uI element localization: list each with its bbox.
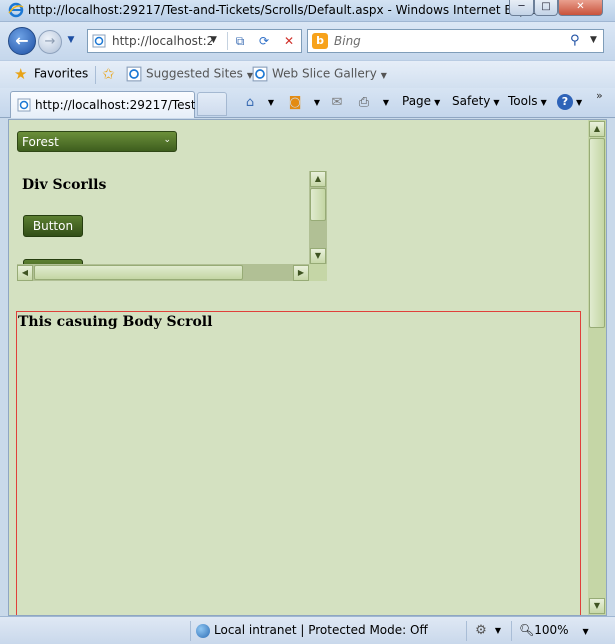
- chevron-down-icon: ▼: [380, 70, 387, 80]
- help-icon: ?: [557, 94, 573, 110]
- skin-dropdown-value: Forest: [22, 135, 59, 149]
- chevron-down-icon: ▼: [493, 98, 500, 107]
- favorites-button[interactable]: ★ Favorites: [14, 66, 88, 84]
- more-commands-icon[interactable]: »: [596, 89, 603, 102]
- web-slice-gallery-link[interactable]: Web Slice Gallery ▼: [252, 66, 387, 84]
- scroll-up-arrow-icon[interactable]: ▲: [589, 121, 605, 137]
- chevron-down-icon: ▼: [434, 98, 441, 107]
- scroll-left-arrow-icon[interactable]: ◀: [17, 265, 33, 281]
- suggested-sites-link[interactable]: Suggested Sites ▼: [126, 66, 253, 84]
- ie-logo-icon: [8, 2, 24, 18]
- read-mail-icon[interactable]: ✉: [328, 94, 346, 112]
- help-menu[interactable]: ? ▼: [557, 94, 582, 112]
- compatibility-view-icon[interactable]: ⧉: [231, 33, 249, 49]
- status-divider: [466, 621, 467, 641]
- print-dropdown-icon[interactable]: ▼: [377, 94, 395, 112]
- minimize-button[interactable]: ─: [509, 0, 534, 16]
- page-vertical-scroll-thumb[interactable]: [589, 138, 605, 328]
- globe-icon: [196, 623, 210, 638]
- close-window-button[interactable]: ✕: [558, 0, 603, 16]
- chevron-down-icon[interactable]: ▼: [489, 622, 507, 640]
- chevron-down-icon: ⌄: [163, 135, 171, 145]
- zoom-control[interactable]: 🔍︎100% ▼: [519, 623, 589, 637]
- page-ie-icon: [92, 34, 106, 48]
- status-divider: [511, 621, 512, 641]
- div-vertical-scrollbar[interactable]: ▲ ▼: [309, 171, 327, 264]
- favorites-divider: [95, 66, 96, 84]
- feeds-dropdown-icon[interactable]: ▼: [308, 94, 326, 112]
- recent-pages-dropdown[interactable]: ▼: [64, 35, 78, 49]
- body-scroll-box: This casuing Body Scroll: [16, 311, 581, 615]
- bing-icon: b: [312, 33, 328, 49]
- star-icon: ★: [14, 65, 28, 83]
- div-horizontal-scroll-thumb[interactable]: [34, 265, 243, 280]
- print-icon[interactable]: ⎙: [355, 94, 373, 112]
- scroll-up-arrow-icon[interactable]: ▲: [310, 171, 326, 187]
- address-bar[interactable]: http://localhost:2 ▼ ⧉ ⟳ ✕: [87, 29, 302, 53]
- title-bar: http://localhost:29217/Test-and-Tickets/…: [0, 0, 615, 22]
- scroll-down-arrow-icon[interactable]: ▼: [310, 248, 326, 264]
- forward-button[interactable]: →: [38, 30, 62, 54]
- chevron-down-icon: ▼: [582, 627, 589, 636]
- page-content: Forest ⌄ Div Scorlls Button ▲ ▼ ◀ ▶ This…: [8, 119, 607, 616]
- div-vertical-scroll-thumb[interactable]: [310, 188, 326, 221]
- tab-label: http://localhost:29217/Test...: [35, 98, 195, 112]
- back-button[interactable]: ←: [8, 27, 36, 55]
- security-zone-label: Local intranet | Protected Mode: Off: [214, 623, 428, 637]
- window-title: http://localhost:29217/Test-and-Tickets/…: [28, 3, 555, 17]
- div-horizontal-scrollbar[interactable]: ◀ ▶: [17, 264, 309, 281]
- tools-menu[interactable]: Tools ▼: [508, 94, 547, 112]
- page-ie-icon: [252, 66, 268, 82]
- stop-icon[interactable]: ✕: [280, 33, 298, 49]
- address-dropdown-icon[interactable]: ▼: [210, 35, 217, 45]
- feeds-icon[interactable]: ◙: [286, 94, 304, 112]
- zoom-level: 100%: [534, 623, 569, 637]
- skin-dropdown[interactable]: Forest ⌄: [17, 131, 177, 152]
- safety-menu[interactable]: Safety ▼: [452, 94, 500, 112]
- add-favorite-star-icon: ✩: [102, 65, 115, 83]
- safety-menu-label: Safety: [452, 94, 491, 108]
- home-icon[interactable]: ⌂: [241, 94, 259, 112]
- home-dropdown-icon[interactable]: ▼: [262, 94, 280, 112]
- tools-menu-label: Tools: [508, 94, 538, 108]
- refresh-icon[interactable]: ⟳: [255, 33, 273, 49]
- protected-mode-icon[interactable]: ⚙: [472, 622, 490, 640]
- search-dropdown-icon[interactable]: ▼: [590, 35, 597, 45]
- scroll-right-arrow-icon[interactable]: ▶: [293, 265, 309, 281]
- tab-bar: http://localhost:29217/Test... ⌂ ▼ ◙ ▼ ✉…: [0, 88, 615, 118]
- address-url[interactable]: http://localhost:2: [112, 34, 212, 48]
- skin-button[interactable]: Button: [23, 215, 83, 237]
- favorites-label: Favorites: [34, 66, 89, 81]
- page-vertical-scrollbar[interactable]: ▲ ▼: [588, 120, 606, 615]
- scroll-down-arrow-icon[interactable]: ▼: [589, 598, 605, 614]
- search-placeholder[interactable]: Bing: [334, 34, 361, 48]
- div-heading: Div Scorlls: [22, 177, 107, 193]
- page-ie-icon: [126, 66, 142, 82]
- tab-active[interactable]: http://localhost:29217/Test...: [10, 91, 195, 118]
- body-scroll-heading: This casuing Body Scroll: [18, 314, 213, 330]
- zoom-icon: 🔍︎: [519, 623, 535, 637]
- scroll-corner: [309, 264, 327, 281]
- scrollable-div[interactable]: Div Scorlls Button ▲ ▼ ◀ ▶: [17, 171, 327, 281]
- chevron-down-icon: ▼: [540, 98, 547, 107]
- maximize-button[interactable]: □: [534, 0, 558, 16]
- chevron-down-icon: ▼: [576, 98, 583, 107]
- add-to-favorites-bar-button[interactable]: ✩: [102, 66, 122, 84]
- status-divider: [190, 621, 191, 641]
- search-box[interactable]: b Bing ⚲ ▼: [307, 29, 604, 53]
- status-bar: Local intranet | Protected Mode: Off ⚙ ▼…: [0, 616, 615, 644]
- page-ie-icon: [17, 98, 31, 112]
- page-menu-label: Page: [402, 94, 432, 108]
- page-menu[interactable]: Page ▼: [402, 94, 440, 112]
- new-tab-button[interactable]: [197, 92, 227, 116]
- navigation-bar: ← → ▼ http://localhost:2 ▼ ⧉ ⟳ ✕ b Bing …: [0, 22, 615, 60]
- web-slice-gallery-label: Web Slice Gallery: [272, 66, 377, 81]
- address-divider: [227, 32, 228, 50]
- suggested-sites-label: Suggested Sites: [146, 66, 243, 81]
- search-icon[interactable]: ⚲: [570, 33, 580, 48]
- security-zone[interactable]: Local intranet | Protected Mode: Off: [196, 623, 428, 638]
- favorites-bar: ★ Favorites ✩ Suggested Sites ▼ Web Slice …: [0, 60, 615, 88]
